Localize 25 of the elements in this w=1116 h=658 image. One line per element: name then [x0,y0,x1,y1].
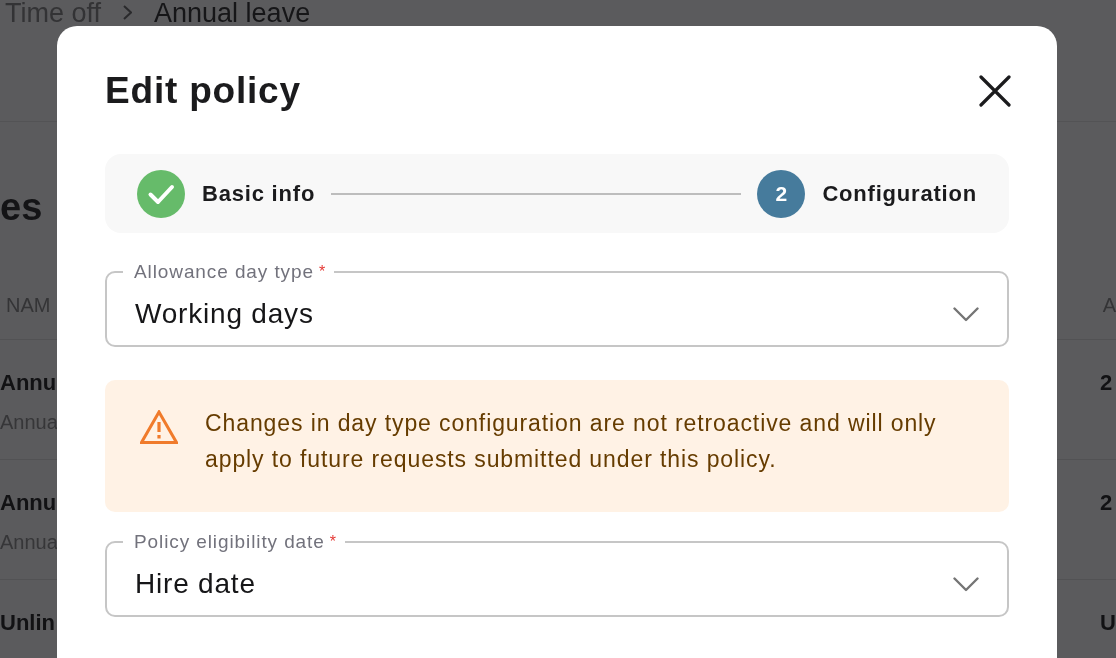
warning-icon [140,410,178,444]
chevron-down-icon [953,306,979,322]
page-heading: es [0,185,43,229]
alert-message: Changes in day type configuration are not retroactive and will only apply to future requests submitted under this policy. [205,409,938,474]
row-title: Unlin [0,610,55,636]
table-cell: U [1100,610,1116,636]
required-asterisk: * [318,263,327,280]
row-title: Annu [0,490,58,516]
required-asterisk: * [329,533,337,550]
step-label: Basic info [202,179,316,208]
field-value: Hire date [135,568,256,600]
table-cell-text: 2 [1100,490,1114,516]
step-label: Configuration [822,179,977,208]
close-icon [979,75,1011,107]
chevron-down-icon [953,576,979,592]
step-number: 2 [757,169,806,218]
dialog-title: Edit policy [105,69,301,113]
table-cell-text: 2 [1100,370,1114,396]
chevron-right-icon [123,5,133,20]
field-label: Allowance day type [134,261,314,282]
field-value: Working days [135,298,314,330]
breadcrumb-current: Annual leave [154,0,311,26]
close-button[interactable] [977,73,1013,109]
field-label: Policy eligibility date [134,531,325,552]
row-title: Annu [0,370,58,396]
